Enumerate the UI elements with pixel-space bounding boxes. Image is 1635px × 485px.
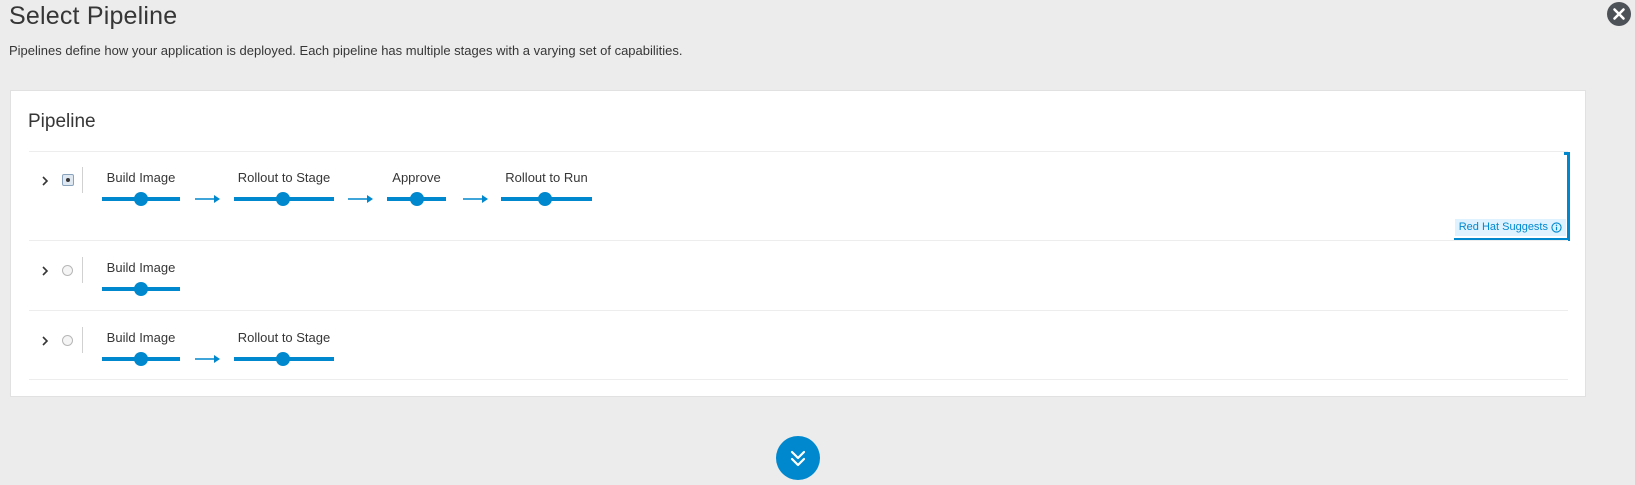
- stage-label: Build Image: [106, 330, 176, 345]
- pipeline-card: Pipeline Build Image Rollout to Stage Ap…: [10, 90, 1586, 397]
- pipeline-stage: Rollout to Stage: [234, 330, 334, 370]
- pipeline-radio[interactable]: [62, 335, 73, 346]
- pipeline-radio[interactable]: [62, 265, 73, 276]
- card-title: Pipeline: [28, 111, 96, 132]
- stage-label: Approve: [392, 170, 441, 185]
- page-title: Select Pipeline: [9, 2, 178, 30]
- info-icon: [1551, 222, 1562, 233]
- stage-dot: [410, 192, 424, 206]
- suggest-label: Red Hat Suggests: [1458, 221, 1548, 233]
- stage-label: Rollout to Stage: [237, 170, 331, 185]
- close-icon: [1613, 8, 1625, 20]
- pipeline-stage: Build Image: [102, 260, 180, 300]
- pipeline-row[interactable]: Build Image Rollout to Stage: [29, 310, 1568, 380]
- chevron-right-icon[interactable]: [39, 265, 51, 277]
- row-divider: [82, 327, 83, 353]
- stage-dot: [134, 192, 148, 206]
- row-divider: [82, 167, 83, 193]
- stage-label: Rollout to Run: [505, 170, 588, 185]
- suggest-bracket: [1564, 152, 1570, 240]
- stage-label: Build Image: [106, 260, 176, 275]
- arrow-right-icon: [463, 195, 488, 203]
- suggest-badge[interactable]: Red Hat Suggests: [1454, 219, 1566, 236]
- double-chevron-down-icon: [790, 450, 806, 467]
- pipeline-stage: Build Image: [102, 170, 180, 210]
- stage-dot: [276, 352, 290, 366]
- stage-dot: [134, 282, 148, 296]
- page-description: Pipelines define how your application is…: [9, 43, 683, 58]
- pipeline-stage: Rollout to Run: [501, 170, 592, 210]
- stage-label: Rollout to Stage: [237, 330, 331, 345]
- stage-dot: [538, 192, 552, 206]
- pipeline-stage: Rollout to Stage: [234, 170, 334, 210]
- pipeline-radio[interactable]: [62, 174, 74, 186]
- pipeline-stage: Build Image: [102, 330, 180, 370]
- arrow-right-icon: [348, 195, 373, 203]
- stage-dot: [134, 352, 148, 366]
- row-divider: [82, 257, 83, 283]
- stage-dot: [276, 192, 290, 206]
- chevron-right-icon[interactable]: [39, 175, 51, 187]
- pipeline-stage: Approve: [387, 170, 446, 210]
- stage-label: Build Image: [106, 170, 176, 185]
- pipeline-list: Build Image Rollout to Stage Approve Rol…: [29, 151, 1570, 380]
- scroll-down-button[interactable]: [776, 436, 820, 480]
- close-button[interactable]: [1607, 2, 1631, 26]
- arrow-right-icon: [195, 195, 220, 203]
- pipeline-row[interactable]: Build Image: [29, 240, 1568, 310]
- chevron-right-icon[interactable]: [39, 335, 51, 347]
- arrow-right-icon: [195, 355, 220, 363]
- pipeline-row[interactable]: Build Image Rollout to Stage Approve Rol…: [29, 151, 1570, 241]
